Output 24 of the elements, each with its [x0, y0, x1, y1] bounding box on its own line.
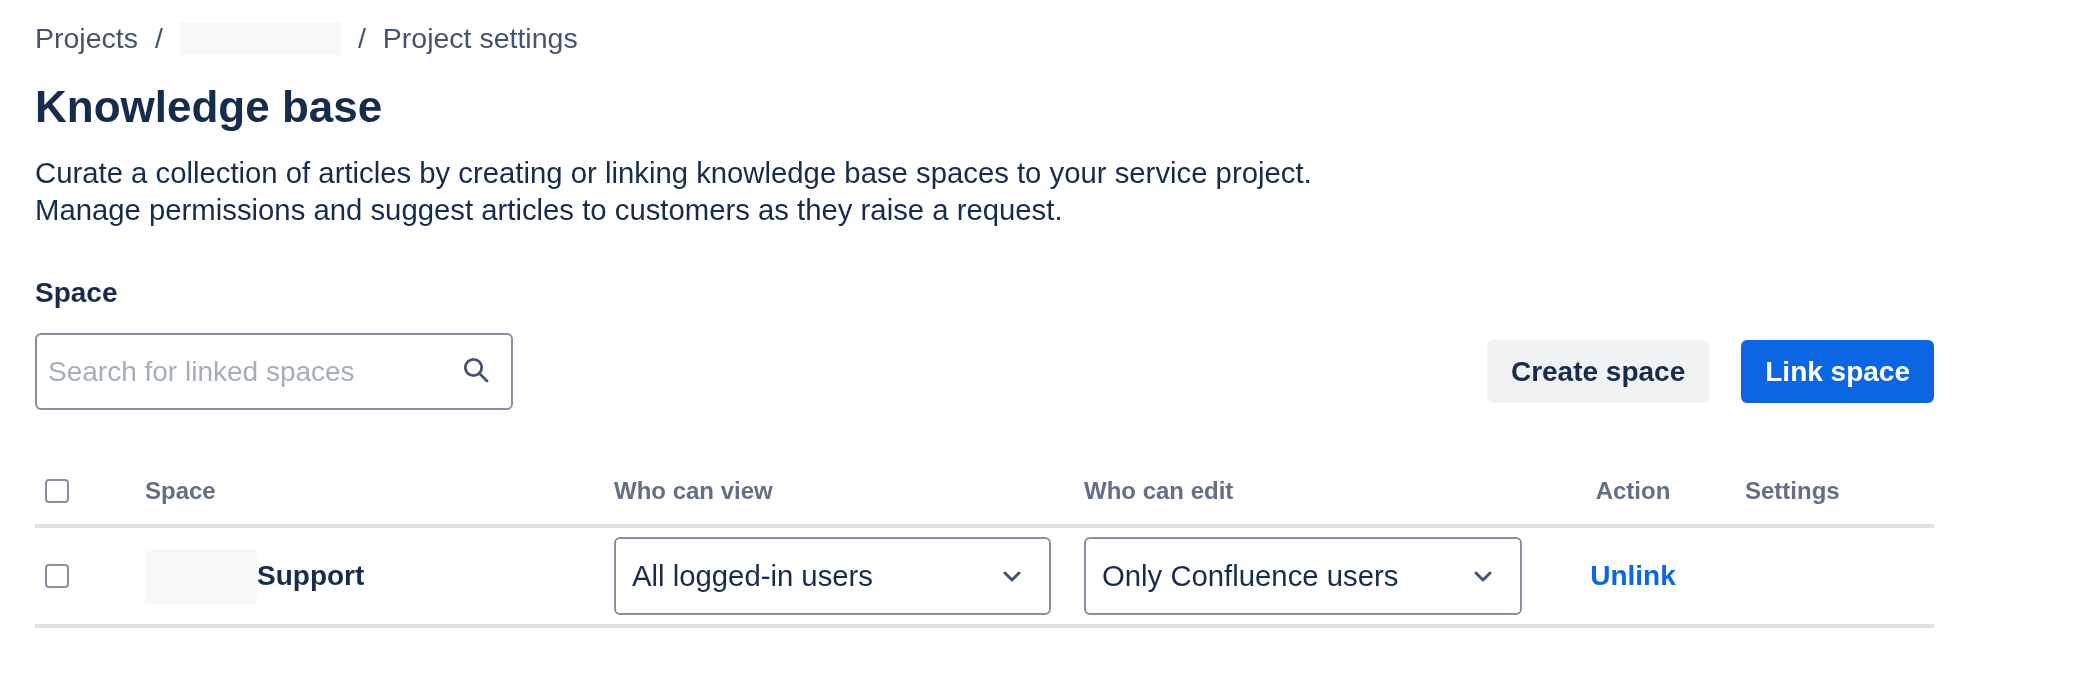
description-text: Curate a collection of articles by creating or linking knowledge base spaces to your service project. Manage permissions and suggest articles to customers as they raise a request. [35, 155, 1313, 228]
page-title: Knowledge base [35, 81, 384, 133]
column-header: Action [1595, 476, 1671, 506]
primary-button[interactable]: Link space [1741, 340, 1934, 403]
chevron-down-icon [1003, 570, 1021, 582]
breadcrumb-separator: / [357, 21, 366, 56]
permission-dropdown[interactable]: All logged-in users [614, 537, 1051, 615]
unlink-link[interactable]: Unlink [1590, 559, 1676, 593]
breadcrumb-separator: / [154, 21, 163, 56]
section-label: Space [35, 276, 119, 310]
column-header: Who can edit [1084, 476, 1234, 506]
breadcrumb-link[interactable]: Project settings [382, 20, 578, 56]
row-checkbox[interactable] [45, 564, 69, 588]
breadcrumb-link[interactable]: Projects [35, 20, 138, 56]
secondary-button[interactable]: Create space [1486, 340, 1710, 403]
space-name: Support [257, 559, 365, 593]
search-field[interactable]: Search for linked spaces [35, 333, 513, 410]
permission-dropdown[interactable]: Only Confluence users [1084, 537, 1522, 615]
column-header: Space [145, 476, 216, 506]
column-header: Settings [1745, 476, 1840, 506]
column-header: Who can view [614, 476, 773, 506]
select-all-checkbox[interactable] [45, 479, 69, 503]
search-icon [463, 357, 489, 383]
chevron-down-icon [1474, 570, 1492, 582]
